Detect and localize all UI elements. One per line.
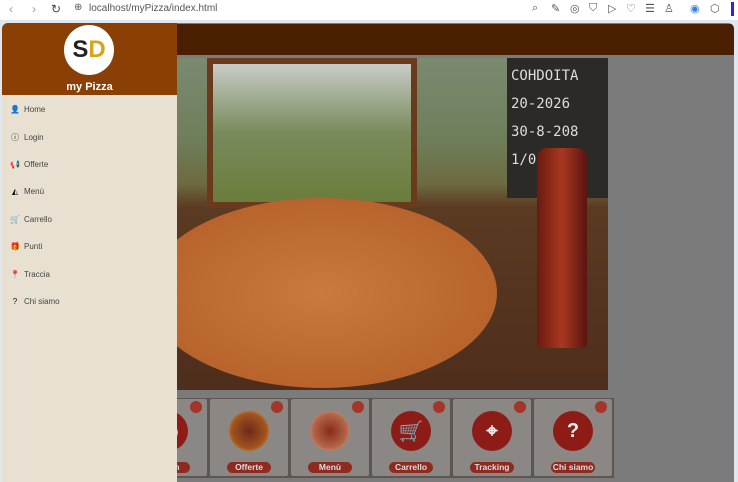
pizza-icon [229, 411, 269, 451]
top-header [177, 24, 734, 55]
tile-label: Menù [308, 462, 352, 473]
sidebar-header: SD my Pizza [2, 23, 177, 95]
hero-image: COHDOITA 20-2026 30-8-208 1/0 [177, 58, 608, 390]
info-circle-icon: ⓘ [11, 133, 19, 142]
chalk-line: 20-2026 [511, 96, 571, 112]
tile-carrello[interactable]: 🛒 Carrello [372, 399, 450, 476]
forward-icon[interactable]: › [32, 2, 36, 16]
sidebar-item-label: Punti [24, 242, 43, 251]
tile-label: Chi siamo [551, 462, 595, 473]
cart-icon: 🛒 [10, 215, 20, 224]
cart-icon: 🛒 [391, 411, 431, 451]
pizza [177, 198, 497, 388]
user-icon: 👤 [10, 105, 20, 114]
gift-icon: 🎁 [10, 242, 20, 251]
back-icon[interactable]: ‹ [9, 2, 13, 16]
sidebar-item-traccia[interactable]: 📍 Traccia [9, 270, 50, 279]
sidebar-item-label: Home [24, 105, 46, 114]
camera-icon[interactable]: ◎ [570, 2, 580, 15]
page: COHDOITA 20-2026 30-8-208 1/0 ⓘ Login Off… [2, 23, 734, 482]
badge-dot [514, 401, 526, 413]
sidebar-item-home[interactable]: 👤 Home [9, 105, 45, 114]
profile-icon[interactable]: ♙ [664, 2, 674, 15]
badge-dot [595, 401, 607, 413]
megaphone-icon: 📢 [10, 160, 20, 169]
tile-menu[interactable]: Menù [291, 399, 369, 476]
edit-icon[interactable]: ✎ [551, 2, 560, 15]
pizza-icon [310, 411, 350, 451]
sidebar-item-label: Offerte [24, 160, 49, 169]
question-icon: ? [553, 411, 593, 451]
browser-toolbar: ‹ › ↻ ⊕ localhost/myPizza/index.html ⌕ ✎… [0, 0, 738, 20]
sidebar-item-label: Traccia [24, 270, 50, 279]
route-icon: ⌖ [472, 411, 512, 451]
sidebar-item-label: Menù [24, 187, 45, 196]
globe-icon: ⊕ [74, 2, 83, 13]
sidebar-item-login[interactable]: ⓘ Login [9, 132, 44, 143]
sidebar-item-carrello[interactable]: 🛒 Carrello [9, 215, 52, 224]
sidebar-item-label: Login [24, 133, 44, 142]
tile-label: Carrello [389, 462, 433, 473]
logo[interactable]: SD [64, 25, 114, 75]
window [207, 58, 417, 208]
shield-icon[interactable]: ⛉ [589, 2, 597, 15]
sidebar: SD my Pizza 👤 Home ⓘ Login 📢 Offerte ◭ Menù … [2, 23, 177, 482]
sidebar-item-label: Chi siamo [24, 297, 60, 306]
chalk-line: 30-8-208 [511, 124, 579, 140]
tile-label: Tracking [470, 462, 514, 473]
address-bar[interactable]: localhost/myPizza/index.html [89, 3, 217, 14]
badge-dot [352, 401, 364, 413]
sidebar-item-label: Carrello [24, 215, 53, 224]
map-pin-icon: 📍 [10, 270, 20, 279]
tile-chi-siamo[interactable]: ? Chi siamo [534, 399, 612, 476]
sidebar-item-offerte[interactable]: 📢 Offerte [9, 160, 48, 169]
sidebar-toggle[interactable] [731, 2, 734, 16]
copilot-icon[interactable]: ◉ [690, 2, 700, 15]
reload-icon[interactable]: ↻ [51, 2, 61, 16]
pizza-slice-icon: ◭ [11, 187, 19, 196]
extension-icon[interactable]: ⬡ [710, 2, 720, 15]
tile-offerte[interactable]: Offerte [210, 399, 288, 476]
sidebar-item-menu[interactable]: ◭ Menù [9, 187, 44, 196]
badge-dot [190, 401, 202, 413]
list-icon[interactable]: ☰ [645, 2, 655, 15]
sidebar-item-chi-siamo[interactable]: ? Chi siamo [9, 297, 60, 306]
chalk-line: COHDOITA [511, 68, 579, 84]
zoom-icon[interactable]: ⌕ [532, 2, 538, 15]
brand-name: my Pizza [66, 81, 113, 93]
tile-label: Offerte [227, 462, 271, 473]
bottle [537, 148, 587, 348]
heart-icon[interactable]: ♡ [626, 2, 636, 15]
question-circle-icon: ? [12, 297, 18, 306]
sidebar-item-punti[interactable]: 🎁 Punti [9, 242, 42, 251]
tile-tracking[interactable]: ⌖ Tracking [453, 399, 531, 476]
badge-dot [433, 401, 445, 413]
quick-links: ⓘLogin Offerte Menù 🛒Carrello ⌖Tracking … [129, 398, 614, 478]
badge-dot [271, 401, 283, 413]
send-icon[interactable]: ▷ [608, 2, 616, 15]
